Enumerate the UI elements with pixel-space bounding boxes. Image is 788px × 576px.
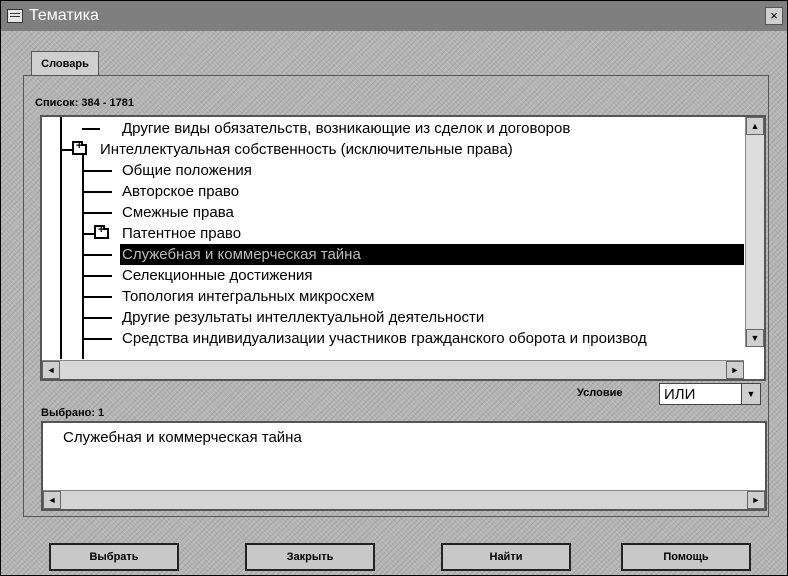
- window-menu-icon[interactable]: [7, 9, 23, 23]
- tree-item[interactable]: Топология интегральных микросхем: [122, 286, 374, 307]
- tree-item[interactable]: Смежные права: [122, 202, 234, 223]
- chosen-item[interactable]: Служебная и коммерческая тайна: [63, 429, 302, 446]
- scroll-left-icon[interactable]: ◄: [42, 361, 60, 379]
- tree-line: [82, 128, 100, 130]
- folder-closed-icon[interactable]: +: [94, 225, 109, 239]
- topic-tree[interactable]: + + Другие виды обязательств, возникающи…: [40, 115, 766, 381]
- tree-line: [82, 317, 112, 319]
- tree-line: [82, 212, 112, 214]
- tree-vertical-scrollbar[interactable]: ▲ ▼: [745, 117, 764, 347]
- tree-line: [82, 296, 112, 298]
- tree-line: [60, 149, 72, 151]
- tree-item[interactable]: Общие положения: [122, 160, 252, 181]
- close-button[interactable]: Закрыть: [245, 543, 375, 571]
- folder-open-icon[interactable]: +: [72, 141, 87, 155]
- tab-dictionary[interactable]: Словарь: [31, 51, 99, 76]
- scroll-right-icon[interactable]: ►: [747, 491, 765, 509]
- tree-line: [82, 191, 112, 193]
- tree-line: [82, 233, 94, 235]
- condition-select[interactable]: ИЛИ ▼: [659, 383, 761, 405]
- window-title: Тематика: [29, 7, 99, 24]
- find-button[interactable]: Найти: [441, 543, 571, 571]
- tree-item[interactable]: Интеллектуальная собственность (исключит…: [100, 139, 513, 160]
- tree-item-selected[interactable]: Служебная и коммерческая тайна: [120, 244, 744, 265]
- select-button[interactable]: Выбрать: [49, 543, 179, 571]
- tree-item[interactable]: Другие результаты интеллектуальной деяте…: [122, 307, 484, 328]
- condition-label: Условие: [577, 387, 623, 399]
- tree-line: [82, 275, 112, 277]
- chosen-horizontal-scrollbar[interactable]: ◄ ►: [43, 490, 765, 509]
- tree-item[interactable]: Селекционные достижения: [122, 265, 313, 286]
- chevron-down-icon[interactable]: ▼: [741, 384, 760, 404]
- tree-line: [82, 254, 112, 256]
- tree-line: [60, 117, 62, 359]
- tree-line: [82, 170, 112, 172]
- tree-item[interactable]: Авторское право: [122, 181, 239, 202]
- chosen-count-label: Выбрано: 1: [41, 407, 105, 419]
- scroll-right-icon[interactable]: ►: [726, 361, 744, 379]
- chosen-list[interactable]: Служебная и коммерческая тайна ◄ ►: [41, 421, 767, 511]
- title-bar: Тематика ×: [1, 1, 787, 31]
- condition-value: ИЛИ: [664, 386, 696, 403]
- close-icon[interactable]: ×: [765, 7, 783, 25]
- scroll-down-icon[interactable]: ▼: [746, 329, 764, 347]
- tree-item[interactable]: Средства индивидуализации участников гра…: [122, 328, 647, 349]
- scroll-left-icon[interactable]: ◄: [43, 491, 61, 509]
- tree-item[interactable]: Другие виды обязательств, возникающие из…: [122, 118, 570, 139]
- tree-horizontal-scrollbar[interactable]: ◄ ►: [42, 360, 744, 379]
- scroll-up-icon[interactable]: ▲: [746, 117, 764, 135]
- list-count-label: Список: 384 - 1781: [35, 97, 135, 109]
- tree-line: [82, 147, 84, 359]
- help-button[interactable]: Помощь: [621, 543, 751, 571]
- tree-line: [82, 338, 112, 340]
- thematic-dialog: Тематика × Словарь Список: 384 - 1781 + …: [0, 0, 788, 576]
- tree-item[interactable]: Патентное право: [122, 223, 241, 244]
